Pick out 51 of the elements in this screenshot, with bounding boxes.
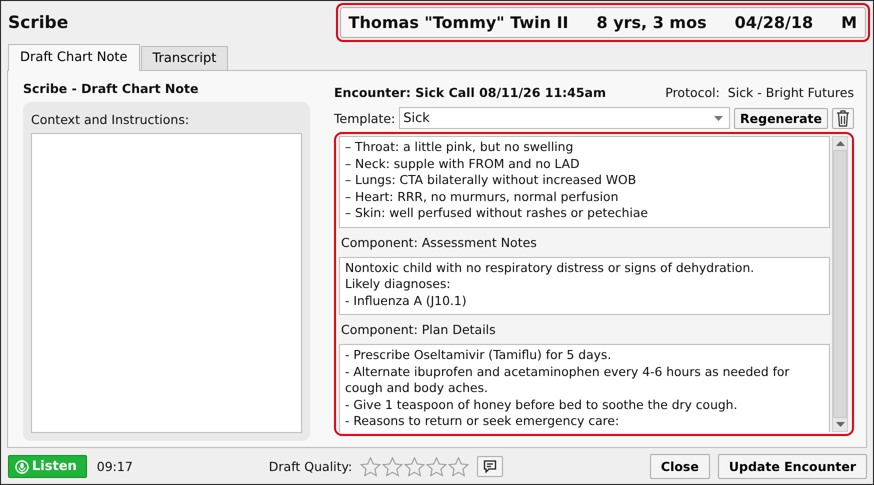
note-line: – Heart: RRR, no murmurs, normal perfusion	[345, 188, 620, 205]
star-icon[interactable]	[404, 456, 426, 476]
note-line: - Influenza A (J10.1)	[345, 292, 468, 309]
context-field[interactable]	[31, 133, 302, 433]
note-line: - Alternate ibuprofen and acetaminophen every 4-6 hours as needed for cough and body aches.	[345, 364, 790, 396]
patient-dob: 04/28/18	[734, 13, 814, 32]
note-text-block[interactable]	[339, 136, 830, 228]
caret-icon	[714, 116, 724, 120]
note-line: – Throat: a little pink, but no swelling	[345, 139, 574, 156]
star-icon[interactable]	[382, 456, 404, 476]
scroll-thumb[interactable]	[833, 150, 847, 418]
star-icon[interactable]	[360, 456, 382, 476]
patient-age: 8 yrs, 3 mos	[596, 13, 707, 32]
tab[interactable]: Draft Chart Note	[8, 44, 140, 71]
note-line: Nontoxic child with no respiratory distress or signs of dehydration.	[345, 260, 756, 276]
note-text-block[interactable]: Nontoxic child with no respiratory distress or signs of dehydration. Likely diagnoses: - Influenza A (J10.1)	[339, 256, 830, 315]
regenerate-button[interactable]: Regenerate	[734, 108, 828, 128]
timer-text: 09:17	[96, 459, 133, 474]
note-line: – Neck: supple with FROM and no LAD	[345, 156, 581, 172]
star-icon[interactable]	[426, 456, 448, 476]
section-heading: Scribe - Draft Chart Note	[23, 81, 200, 96]
note-line: - Give 1 teaspoon of honey before bed to soothe the dry cough.	[345, 396, 738, 413]
trash-icon	[836, 110, 850, 126]
encounter-label: Encounter: Sick Call 08/11/26 11:45am	[334, 85, 606, 100]
scrollbar[interactable]	[832, 136, 848, 432]
microphone-icon	[15, 460, 29, 474]
scroll-up-icon	[836, 141, 844, 146]
note-line: Likely diagnoses:	[345, 276, 452, 292]
template-dropdown[interactable]: Sick	[399, 107, 730, 129]
scroll-down-icon	[836, 422, 844, 427]
patient-name: Thomas "Tommy" Twin II	[348, 13, 568, 32]
note-line: - Reasons to return or seek emergency care:	[345, 413, 620, 430]
close-button[interactable]: Close	[650, 454, 710, 479]
component-header: Component: Assessment Notes	[340, 234, 538, 252]
star-icon[interactable]	[448, 456, 470, 476]
delete-button[interactable]	[832, 108, 854, 128]
note-line: – Skin: well perfused without rashes or petechiae	[345, 205, 649, 222]
note-line: - Prescribe Oseltamivir (Tamiflu) for 5 days.	[345, 347, 612, 364]
component-header: Component: Plan Details	[340, 321, 497, 339]
protocol-text: Protocol: Sick - Bright Futures	[665, 85, 854, 100]
comment-icon	[483, 460, 498, 473]
draft-quality-label: Draft Quality:	[268, 459, 352, 474]
tab[interactable]: Transcript	[140, 46, 228, 70]
window-title: Scribe	[8, 12, 68, 32]
note-line: – Lungs: CTA bilaterally without increased WOB	[345, 172, 638, 188]
field-label: Template:	[334, 110, 396, 126]
field-label: Context and Instructions:	[31, 112, 190, 127]
patient-sex: M	[841, 13, 857, 32]
feedback-button[interactable]	[477, 456, 504, 477]
update-encounter-button[interactable]: Update Encounter	[718, 454, 867, 479]
note-text-block[interactable]	[339, 344, 830, 432]
